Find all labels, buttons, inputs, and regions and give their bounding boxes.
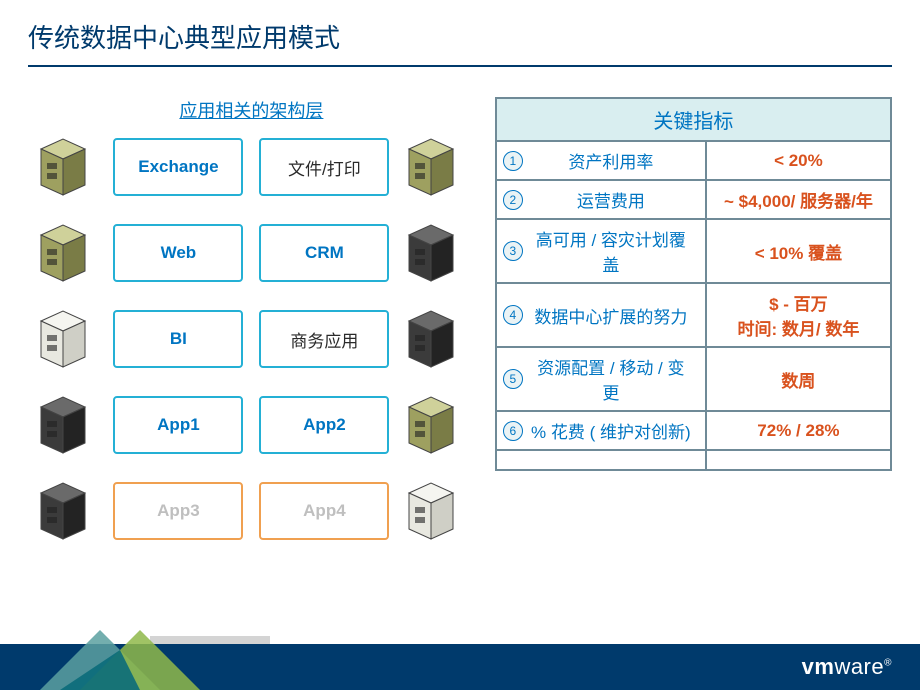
kpi-number-badge: 6 xyxy=(503,421,523,441)
kpi-value: $ - 百万时间: 数月/ 数年 xyxy=(706,283,891,347)
right-panel: 关键指标 1资产利用率< 20%2运营费用~ $4,000/ 服务器/年3高可用… xyxy=(495,97,892,543)
kpi-value: 数周 xyxy=(706,347,891,411)
kpi-value: ~ $4,000/ 服务器/年 xyxy=(706,180,891,219)
server-icon xyxy=(405,135,457,199)
kpi-row: 4数据中心扩展的努力$ - 百万时间: 数月/ 数年 xyxy=(496,283,891,347)
server-icon xyxy=(37,221,89,285)
architecture-heading: 应用相关的架构层 xyxy=(28,97,475,123)
architecture-grid: Exchange文件/打印 WebCRM BI商务应用 App1App xyxy=(28,135,475,543)
footer-triangles-icon xyxy=(40,630,200,690)
kpi-row: 1资产利用率< 20% xyxy=(496,141,891,180)
app-box: App4 xyxy=(259,482,389,540)
server-icon xyxy=(37,479,89,543)
kpi-row: 2运营费用~ $4,000/ 服务器/年 xyxy=(496,180,891,219)
app-box: Exchange xyxy=(113,138,243,196)
kpi-label: 3高可用 / 容灾计划覆盖 xyxy=(496,219,706,283)
server-icon xyxy=(37,393,89,457)
kpi-number-badge: 5 xyxy=(503,369,523,389)
server-icon xyxy=(405,307,457,371)
kpi-row: 5资源配置 / 移动 / 变更数周 xyxy=(496,347,891,411)
kpi-number-badge: 1 xyxy=(503,151,523,171)
app-box: App1 xyxy=(113,396,243,454)
kpi-number-badge: 2 xyxy=(503,190,523,210)
app-box: 文件/打印 xyxy=(259,138,389,196)
server-icon xyxy=(37,307,89,371)
kpi-value: < 20% xyxy=(706,141,891,180)
app-box: App2 xyxy=(259,396,389,454)
slide-title: 传统数据中心典型应用模式 xyxy=(28,18,892,67)
server-icon xyxy=(405,479,457,543)
kpi-label: 6% 花费 ( 维护对创新) xyxy=(496,411,706,450)
app-box: 商务应用 xyxy=(259,310,389,368)
vmware-logo: vmware® xyxy=(802,654,892,680)
server-icon xyxy=(405,221,457,285)
kpi-heading: 关键指标 xyxy=(495,97,892,140)
kpi-value: < 10% 覆盖 xyxy=(706,219,891,283)
kpi-row: 6% 花费 ( 维护对创新)72% / 28% xyxy=(496,411,891,450)
kpi-value: 72% / 28% xyxy=(706,411,891,450)
server-icon xyxy=(405,393,457,457)
kpi-label: 2运营费用 xyxy=(496,180,706,219)
kpi-number-badge: 3 xyxy=(503,241,523,261)
footer-bar: vmware® xyxy=(0,644,920,690)
app-box: App3 xyxy=(113,482,243,540)
kpi-table: 1资产利用率< 20%2运营费用~ $4,000/ 服务器/年3高可用 / 容灾… xyxy=(495,140,892,471)
kpi-label: 5资源配置 / 移动 / 变更 xyxy=(496,347,706,411)
app-box: Web xyxy=(113,224,243,282)
kpi-row: 3高可用 / 容灾计划覆盖< 10% 覆盖 xyxy=(496,219,891,283)
kpi-label: 1资产利用率 xyxy=(496,141,706,180)
kpi-label: 4数据中心扩展的努力 xyxy=(496,283,706,347)
app-box: CRM xyxy=(259,224,389,282)
kpi-number-badge: 4 xyxy=(503,305,523,325)
app-box: BI xyxy=(113,310,243,368)
left-panel: 应用相关的架构层 Exchange 文件/打印 Web CRM BI 商务应用 xyxy=(28,97,475,543)
server-icon xyxy=(37,135,89,199)
